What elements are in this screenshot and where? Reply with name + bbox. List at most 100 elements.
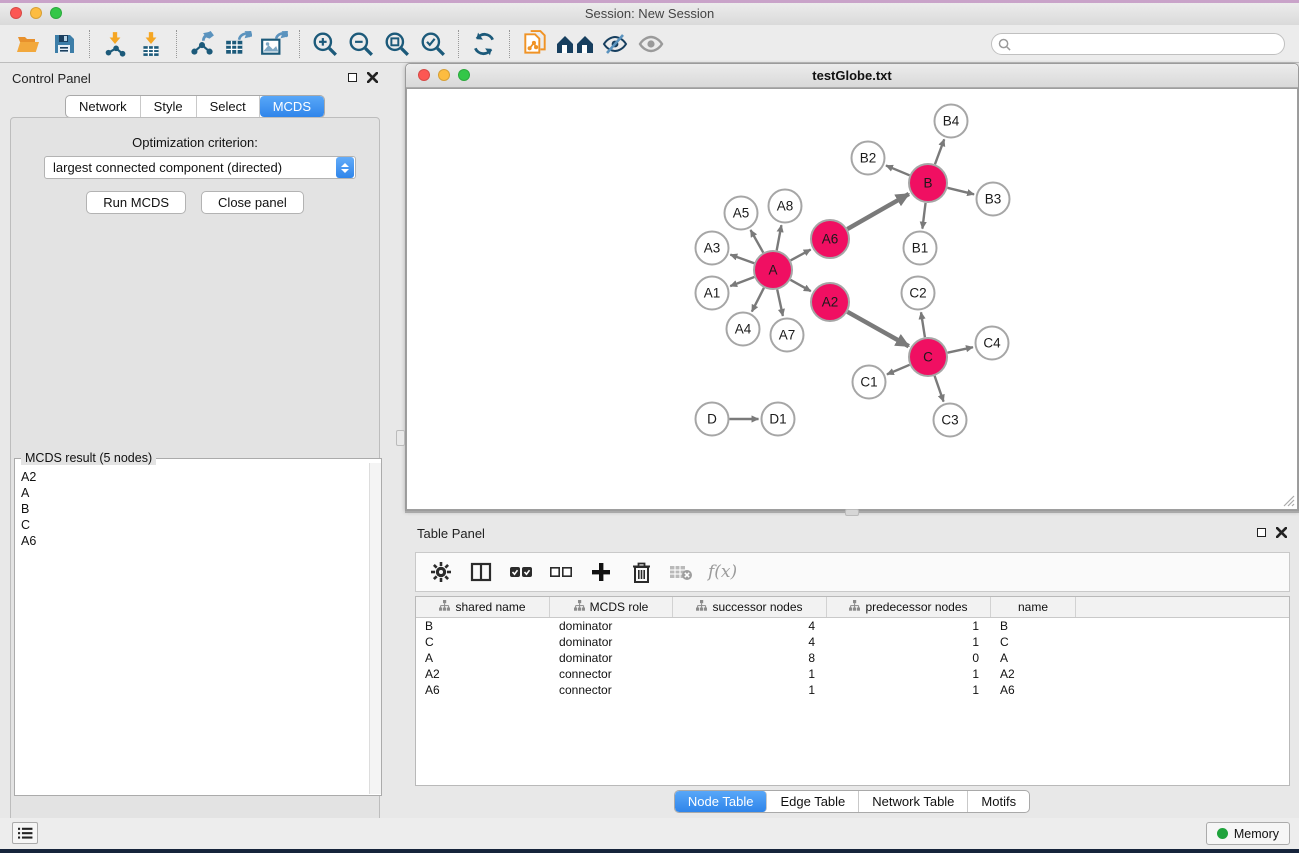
open-file-button[interactable] xyxy=(10,28,46,60)
horizontal-split-handle[interactable] xyxy=(845,509,859,516)
table-settings-button[interactable] xyxy=(428,559,454,585)
result-scrollbar[interactable] xyxy=(369,463,381,794)
float-panel-icon[interactable] xyxy=(348,73,357,82)
tab-network[interactable]: Network xyxy=(66,96,141,117)
save-session-button[interactable] xyxy=(46,28,82,60)
window-title: Session: New Session xyxy=(0,3,1299,25)
graph-edge-B-B2[interactable] xyxy=(886,166,910,176)
resize-grip-icon[interactable] xyxy=(1281,493,1295,507)
search-input[interactable] xyxy=(991,33,1285,55)
select-all-button[interactable] xyxy=(508,559,534,585)
vertical-split-handle[interactable] xyxy=(396,430,405,446)
refresh-icon xyxy=(471,31,497,57)
float-table-panel-icon[interactable] xyxy=(1257,528,1266,537)
add-column-button[interactable] xyxy=(588,559,614,585)
tab-network-table[interactable]: Network Table xyxy=(859,791,968,812)
import-table-button[interactable] xyxy=(133,28,169,60)
node-table: shared nameMCDS rolesuccessor nodesprede… xyxy=(415,596,1290,786)
zoom-out-button[interactable] xyxy=(343,28,379,60)
close-table-panel-icon[interactable] xyxy=(1276,527,1287,538)
table-row[interactable]: Adominator80A xyxy=(416,650,1289,666)
column-header-predecessor-nodes[interactable]: predecessor nodes xyxy=(827,597,991,617)
zoom-in-button[interactable] xyxy=(307,28,343,60)
search-icon xyxy=(998,38,1011,51)
task-history-button[interactable] xyxy=(12,822,38,844)
import-network-button[interactable] xyxy=(97,28,133,60)
close-window-button[interactable] xyxy=(10,7,22,19)
close-panel-icon[interactable] xyxy=(367,72,378,83)
table-row[interactable]: Cdominator41C xyxy=(416,634,1289,650)
tab-mcds[interactable]: MCDS xyxy=(260,96,324,117)
toolbar-separator xyxy=(89,30,90,58)
close-panel-button[interactable]: Close panel xyxy=(201,191,304,214)
unselect-all-button[interactable] xyxy=(548,559,574,585)
show-all-icon xyxy=(637,32,665,56)
graph-edge-C-C3[interactable] xyxy=(935,376,944,402)
save-session-icon xyxy=(52,32,76,56)
split-panel-button[interactable] xyxy=(468,559,494,585)
mcds-result-item[interactable]: A6 xyxy=(21,533,369,549)
table-row[interactable]: A6connector11A6 xyxy=(416,682,1289,698)
graph-edge-B-B1[interactable] xyxy=(922,203,925,229)
mcds-result-item[interactable]: A2 xyxy=(21,469,369,485)
export-image-button[interactable] xyxy=(256,28,292,60)
mcds-result-item[interactable]: A xyxy=(21,485,369,501)
graph-node-label: A2 xyxy=(822,295,839,310)
graph-edge-C-C4[interactable] xyxy=(948,347,973,353)
graph-edge-A-A2[interactable] xyxy=(790,280,810,291)
clone-network-button[interactable] xyxy=(517,28,553,60)
table-row[interactable]: A2connector11A2 xyxy=(416,666,1289,682)
graph-edge-C-C1[interactable] xyxy=(887,365,910,375)
graph-edge-A2-C[interactable] xyxy=(847,312,908,346)
graph-edge-A6-B[interactable] xyxy=(847,194,909,229)
show-all-button[interactable] xyxy=(633,28,669,60)
graph-edge-A-A1[interactable] xyxy=(730,277,754,286)
delete-column-button[interactable] xyxy=(628,559,654,585)
column-header-shared-name[interactable]: shared name xyxy=(416,597,550,617)
graph-edge-A-A3[interactable] xyxy=(730,255,754,264)
optimization-select[interactable]: largest connected component (directed) xyxy=(44,156,356,179)
zoom-fit-button[interactable] xyxy=(379,28,415,60)
tab-select[interactable]: Select xyxy=(197,96,260,117)
zoom-selected-button[interactable] xyxy=(415,28,451,60)
column-header-mcds-role[interactable]: MCDS role xyxy=(550,597,673,617)
memory-button[interactable]: Memory xyxy=(1206,822,1290,845)
graph-edge-A-A5[interactable] xyxy=(751,230,764,253)
network-minimize-button[interactable] xyxy=(438,69,450,81)
graph-edge-A-A8[interactable] xyxy=(777,225,782,250)
minimize-window-button[interactable] xyxy=(30,7,42,19)
graph-edge-A-A4[interactable] xyxy=(752,288,764,312)
network-canvas[interactable]: B4B2BB3A5A8A6A3B1AA1C2A2A4A7C4CC1C3DD1 xyxy=(406,88,1298,510)
run-mcds-button[interactable]: Run MCDS xyxy=(86,191,186,214)
mcds-result-item[interactable]: B xyxy=(21,501,369,517)
first-neighbors-button[interactable] xyxy=(553,28,597,60)
mcds-result-item[interactable]: C xyxy=(21,517,369,533)
tab-edge-table[interactable]: Edge Table xyxy=(767,791,859,812)
graph-edge-B-B4[interactable] xyxy=(935,139,944,164)
zoom-window-button[interactable] xyxy=(50,7,62,19)
network-zoom-button[interactable] xyxy=(458,69,470,81)
graph-edge-C-C2[interactable] xyxy=(921,312,925,337)
export-network-button[interactable] xyxy=(184,28,220,60)
column-header-successor-nodes[interactable]: successor nodes xyxy=(673,597,827,617)
tab-node-table[interactable]: Node Table xyxy=(675,791,768,812)
network-graph: B4B2BB3A5A8A6A3B1AA1C2A2A4A7C4CC1C3DD1 xyxy=(407,89,1299,510)
network-close-button[interactable] xyxy=(418,69,430,81)
column-header-name[interactable]: name xyxy=(991,597,1076,617)
graph-edge-A-A6[interactable] xyxy=(791,250,811,261)
table-cell: 0 xyxy=(827,650,991,666)
plus-icon xyxy=(591,562,611,582)
hide-selected-button[interactable] xyxy=(597,28,633,60)
graph-node-label: A6 xyxy=(822,232,839,247)
table-row[interactable]: Bdominator41B xyxy=(416,618,1289,634)
export-table-button[interactable] xyxy=(220,28,256,60)
graph-edge-A-A7[interactable] xyxy=(777,290,783,316)
refresh-button[interactable] xyxy=(466,28,502,60)
control-panel-tabs: NetworkStyleSelectMCDS xyxy=(0,95,390,118)
tab-motifs[interactable]: Motifs xyxy=(968,791,1029,812)
graph-edge-B-B3[interactable] xyxy=(947,188,974,195)
table-cell: dominator xyxy=(550,650,673,666)
tab-style[interactable]: Style xyxy=(141,96,197,117)
toolbar-separator xyxy=(299,30,300,58)
first-neighbors-icon xyxy=(555,32,595,56)
